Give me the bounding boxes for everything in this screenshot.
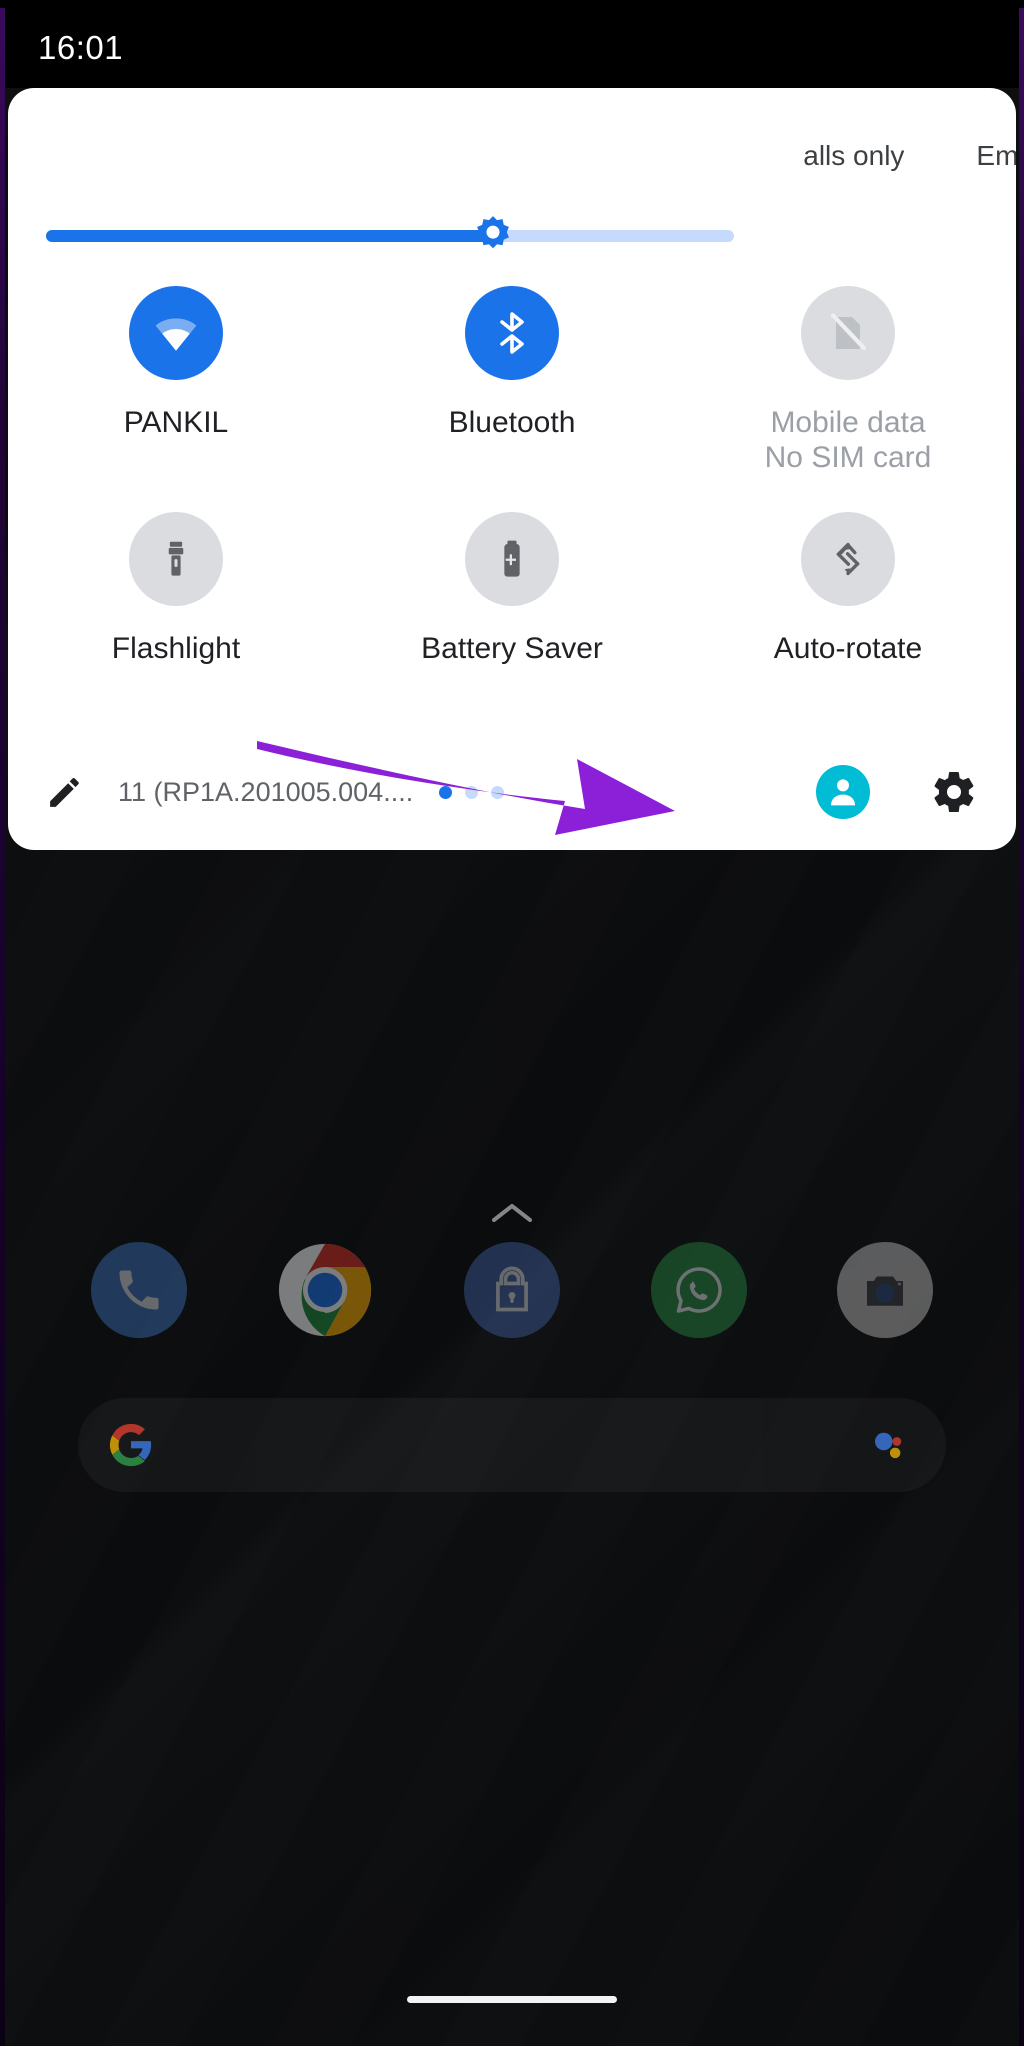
user-avatar-icon[interactable] — [816, 765, 870, 819]
tile-sublabel-mobile-data: No SIM card — [764, 440, 932, 474]
tile-auto-rotate[interactable]: Auto-rotate — [680, 511, 1016, 667]
carrier-label-secondary: Eme — [976, 140, 1016, 171]
page-dot-1[interactable] — [439, 785, 453, 799]
quick-settings-tiles: PANKIL Bluetooth Mobile data No SIM card… — [8, 286, 1016, 666]
device-edge-left — [0, 0, 5, 2046]
gear-icon[interactable] — [928, 766, 980, 818]
carrier-label-primary: alls only — [803, 140, 905, 171]
brightness-fill — [46, 230, 494, 242]
tile-label-bluetooth: Bluetooth — [448, 406, 576, 439]
device-top-bezel — [0, 0, 1024, 8]
tile-icon-bluetooth — [465, 286, 559, 380]
carrier-status-row: alls only Eme — [8, 134, 1016, 178]
tile-label-wifi: PANKIL — [123, 406, 229, 439]
page-dot-2[interactable] — [465, 785, 479, 799]
brightness-track[interactable] — [46, 216, 734, 249]
dock-app-whatsapp[interactable] — [650, 1242, 747, 1338]
home-gesture-pill[interactable] — [407, 1996, 617, 2003]
dock-app-chrome[interactable] — [277, 1242, 373, 1338]
tile-battery-saver[interactable]: Battery Saver — [344, 511, 680, 667]
tile-label-battery-saver: Battery Saver — [421, 631, 603, 665]
quick-settings-panel: alls only Eme — [8, 88, 1016, 850]
tile-flashlight[interactable]: Flashlight — [8, 511, 344, 667]
tile-icon-flashlight — [129, 511, 223, 606]
dock-app-phone[interactable] — [90, 1242, 187, 1338]
tile-label-mobile-data: Mobile data — [770, 406, 926, 439]
chrome-icon — [279, 1243, 372, 1337]
lock-icon — [496, 1266, 528, 1312]
google-g-icon — [108, 1422, 154, 1468]
tile-icon-auto-rotate — [801, 511, 895, 606]
phone-icon — [119, 1270, 159, 1310]
tile-icon-battery-saver — [465, 511, 559, 606]
auto-rotate-icon — [836, 542, 860, 575]
google-search-bar[interactable] — [78, 1398, 946, 1492]
pencil-icon[interactable] — [40, 767, 90, 817]
camera-icon — [867, 1276, 904, 1306]
flashlight-icon — [168, 541, 184, 576]
tile-mobile-data[interactable]: Mobile data No SIM card — [680, 286, 1016, 476]
tile-bluetooth[interactable]: Bluetooth — [344, 286, 680, 476]
tile-wifi[interactable]: PANKIL — [8, 286, 344, 476]
status-bar: 16:01 — [0, 8, 1024, 88]
page-dot-3[interactable] — [491, 785, 505, 799]
google-assistant-icon[interactable] — [868, 1424, 910, 1466]
phone-screen: 16:01 alls only Eme — [0, 0, 1024, 2046]
tile-label-flashlight: Flashlight — [111, 631, 241, 665]
tile-label-auto-rotate: Auto-rotate — [773, 631, 923, 665]
tile-icon-wifi — [129, 286, 223, 380]
chevron-up-icon[interactable] — [490, 1200, 534, 1226]
brightness-thumb[interactable] — [470, 213, 516, 259]
page-indicator-dots — [439, 785, 505, 799]
status-clock: 16:01 — [38, 29, 124, 66]
device-edge-right — [1019, 0, 1024, 2046]
sim-off-icon — [830, 313, 867, 351]
dock-app-camera[interactable] — [837, 1242, 934, 1338]
bluetooth-icon — [500, 312, 524, 354]
dock-app-vault[interactable] — [463, 1242, 560, 1338]
wifi-icon — [155, 318, 197, 351]
dock — [0, 1238, 1024, 1342]
brightness-slider[interactable] — [8, 206, 1016, 266]
quick-settings-footer: 11 (RP1A.201005.004.... — [8, 734, 1016, 850]
battery-saver-icon — [504, 540, 520, 577]
tile-icon-mobile-data — [801, 286, 895, 380]
whatsapp-icon — [675, 1267, 722, 1313]
build-version-label: 11 (RP1A.201005.004.... — [118, 776, 414, 807]
